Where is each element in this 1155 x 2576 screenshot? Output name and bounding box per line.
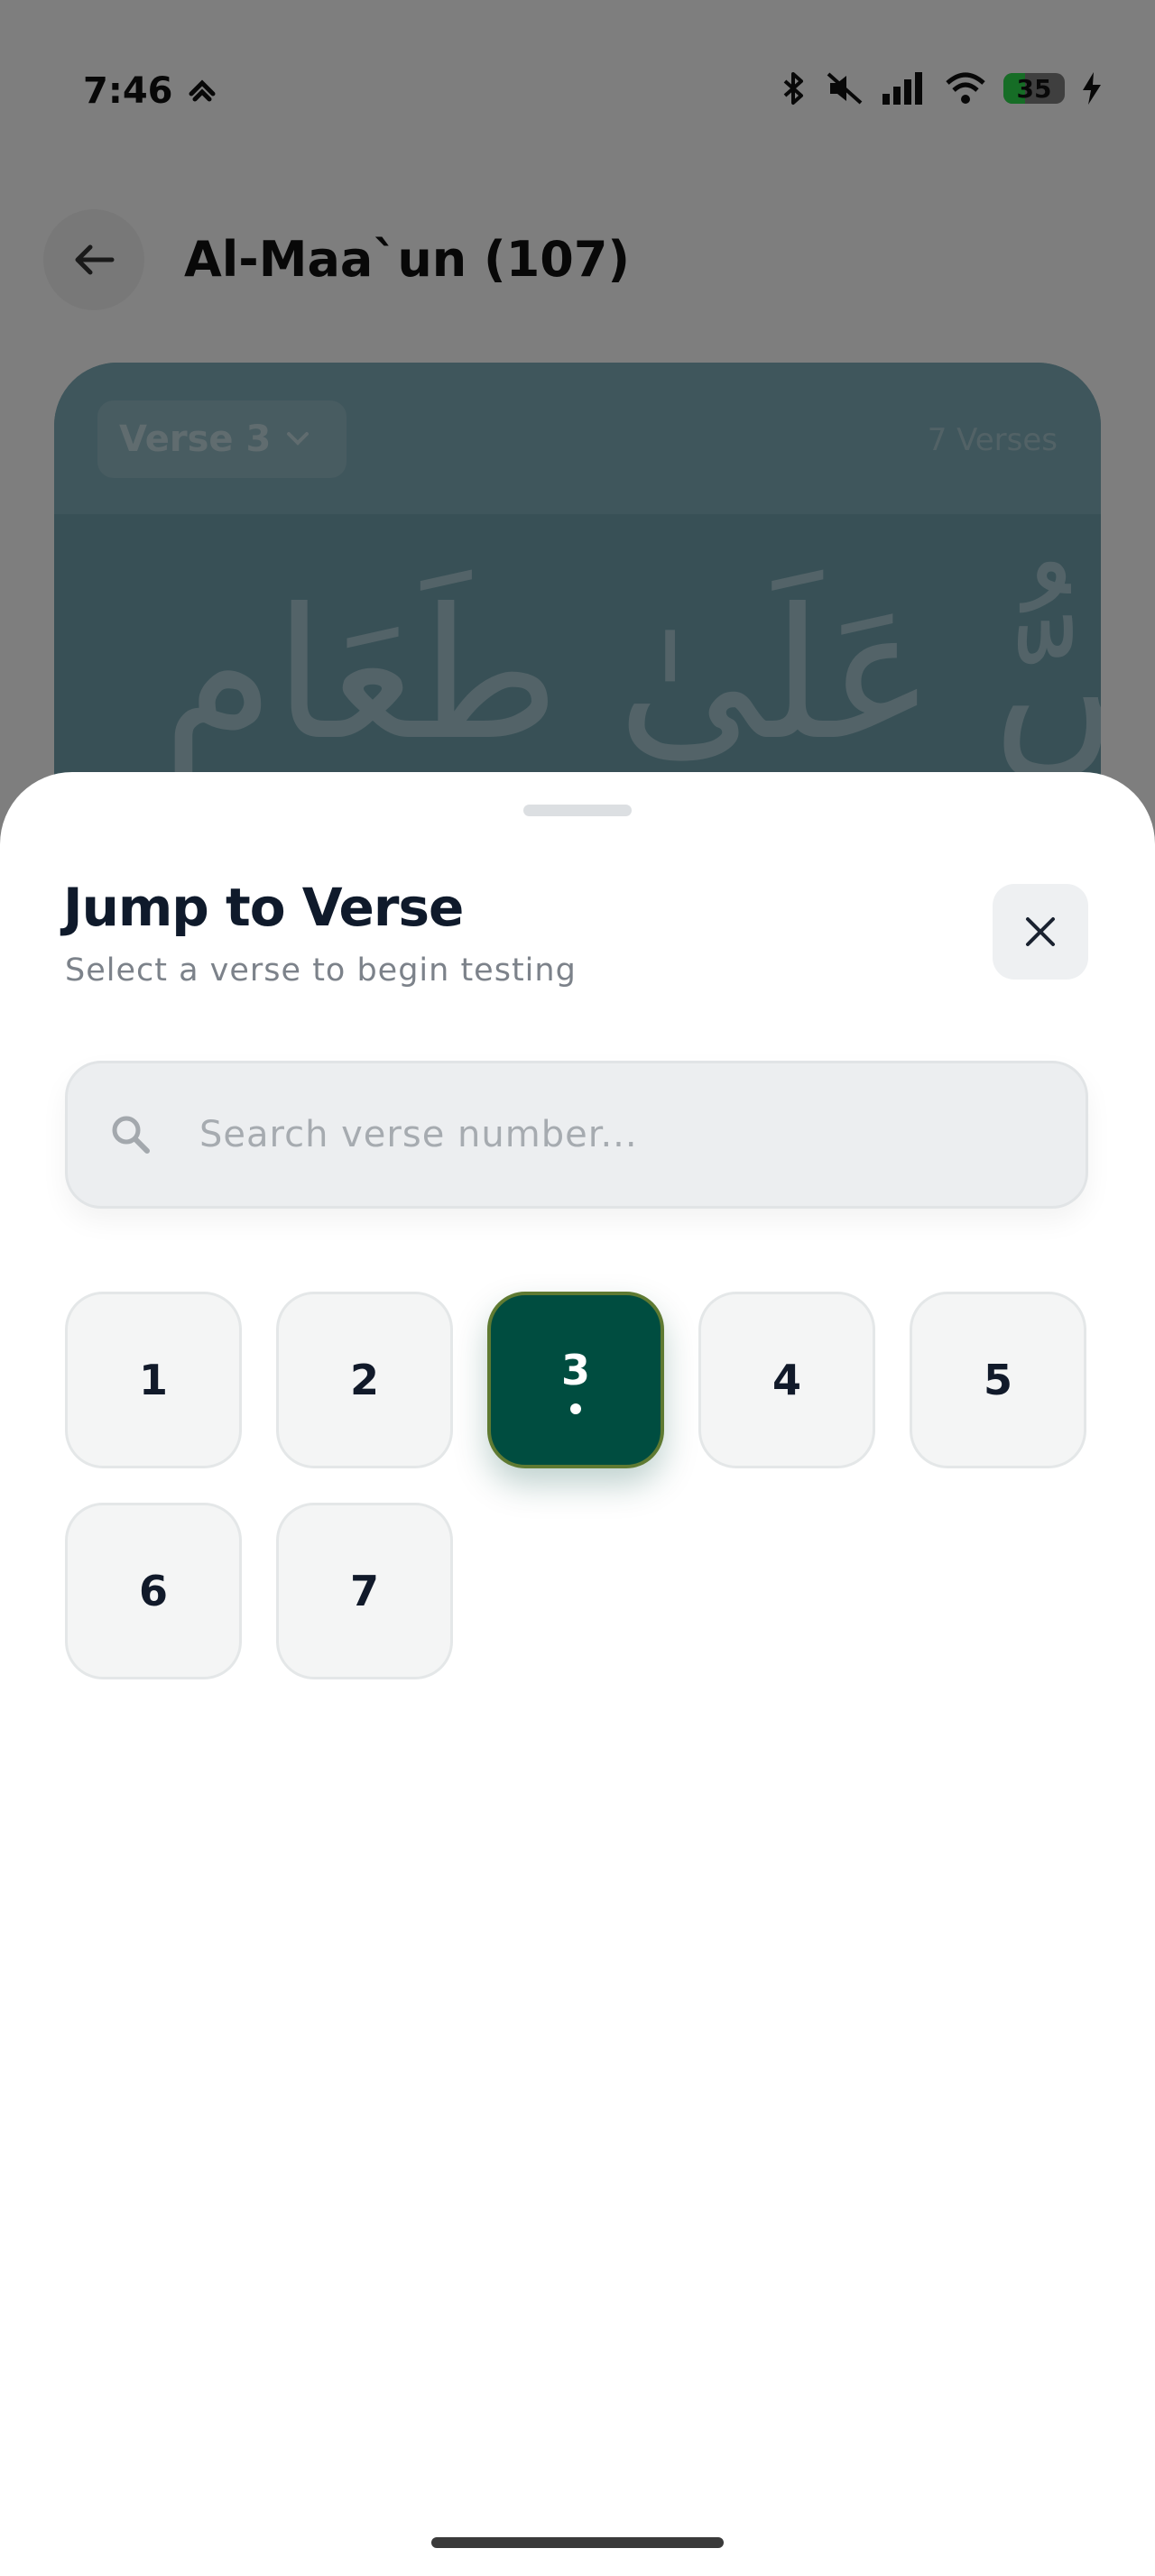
verse-number: 7 <box>349 1567 379 1615</box>
close-icon <box>1026 917 1055 946</box>
verse-tile-2[interactable]: 2 <box>276 1292 453 1468</box>
verse-number: 3 <box>560 1346 590 1394</box>
sheet-subtitle: Select a verse to begin testing <box>65 952 577 989</box>
verse-number: 6 <box>138 1567 168 1615</box>
verse-tile-5[interactable]: 5 <box>910 1292 1086 1468</box>
verse-tile-3[interactable]: 3 <box>487 1292 664 1468</box>
jump-to-verse-sheet: Jump to Verse Select a verse to begin te… <box>0 772 1155 2576</box>
verse-number: 1 <box>138 1356 168 1404</box>
home-indicator[interactable] <box>431 2537 724 2548</box>
verse-tile-7[interactable]: 7 <box>276 1503 453 1679</box>
sheet-title: Jump to Verse <box>63 877 464 938</box>
close-button[interactable] <box>993 884 1088 980</box>
search-box[interactable] <box>65 1061 1088 1209</box>
verse-number: 5 <box>983 1356 1012 1404</box>
verse-number: 4 <box>772 1356 801 1404</box>
current-verse-indicator <box>570 1403 581 1414</box>
verse-tile-4[interactable]: 4 <box>698 1292 875 1468</box>
verse-grid: 1 2 3 4 5 6 7 <box>65 1292 1088 1679</box>
drag-handle[interactable] <box>523 805 632 816</box>
verse-number: 2 <box>349 1356 379 1404</box>
verse-tile-6[interactable]: 6 <box>65 1503 242 1679</box>
search-icon <box>112 1116 150 1154</box>
verse-tile-1[interactable]: 1 <box>65 1292 242 1468</box>
search-input[interactable] <box>198 1113 1013 1156</box>
